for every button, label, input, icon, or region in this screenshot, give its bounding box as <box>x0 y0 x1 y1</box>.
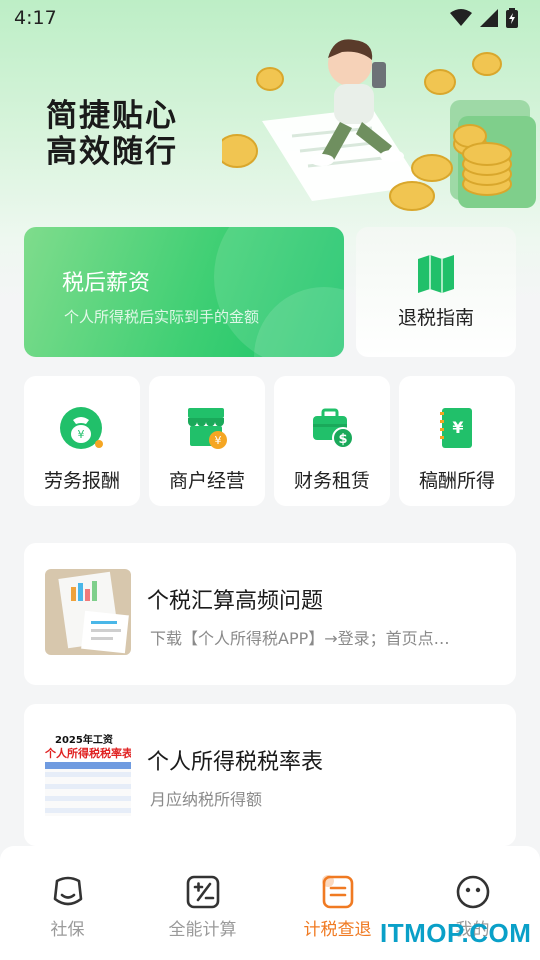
refund-guide-card[interactable]: 退税指南 <box>356 227 516 357</box>
svg-text:¥: ¥ <box>215 434 222 447</box>
tab-calculator[interactable]: 全能计算 <box>135 846 270 960</box>
tab-social-security[interactable]: 社保 <box>0 846 135 960</box>
article-description: 月应纳税所得额 <box>150 790 263 809</box>
status-time: 4:17 <box>14 7 57 29</box>
article-thumbnail: 2025年工资 个人所得税税率表 <box>45 730 131 816</box>
article-card[interactable]: 2025年工资 个人所得税税率表 个人所得税税率表 月应纳税所得额 <box>24 704 516 846</box>
notebook-yen-icon: ¥ <box>440 408 472 448</box>
tab-label: 全能计算 <box>168 920 237 940</box>
tool-labor-remuneration[interactable]: ¥ 劳务报酬 <box>24 376 140 506</box>
signal-icon <box>480 9 498 27</box>
svg-text:¥: ¥ <box>452 418 463 437</box>
tool-label: 劳务报酬 <box>43 470 120 492</box>
svg-text:$: $ <box>338 432 347 447</box>
svg-text:¥: ¥ <box>78 428 85 441</box>
salary-card-subtitle: 个人所得税后实际到手的金额 <box>64 308 260 326</box>
tool-label: 财务租赁 <box>293 470 370 492</box>
tool-label: 商户经营 <box>168 470 245 492</box>
money-bag-icon: ¥ <box>60 407 103 449</box>
site-watermark: ITMOP.COM <box>380 918 532 948</box>
status-bar: 4:17 <box>0 0 540 36</box>
tab-label: 计税查退 <box>303 920 372 940</box>
tool-merchant-operation[interactable]: ¥ 商户经营 <box>149 376 265 506</box>
tool-manuscript-income[interactable]: ¥ 稿酬所得 <box>399 376 515 506</box>
refund-guide-label: 退税指南 <box>397 306 474 329</box>
briefcase-dollar-icon: $ <box>313 408 354 449</box>
article-thumbnail <box>45 569 131 655</box>
wifi-icon <box>450 9 472 26</box>
thumb-heading: 2025年工资 <box>55 735 113 746</box>
smiley-icon <box>456 875 489 909</box>
tool-label: 稿酬所得 <box>418 470 495 492</box>
map-book-icon <box>418 254 454 293</box>
shop-icon: ¥ <box>188 408 227 449</box>
battery-icon <box>506 8 518 28</box>
slogan-line-2: 高效随行 <box>46 134 178 170</box>
slogan-line-1: 简捷贴心 <box>46 98 178 134</box>
shield-face-icon <box>53 876 82 906</box>
tab-label: 社保 <box>50 920 85 940</box>
document-list-icon <box>321 875 353 909</box>
article-card[interactable]: 个税汇算高频问题 下载【个人所得税APP】→登录；首页点… <box>24 543 516 685</box>
article-description: 下载【个人所得税APP】→登录；首页点… <box>150 629 450 648</box>
tool-financial-leasing[interactable]: $ 财务租赁 <box>274 376 390 506</box>
article-title: 个税汇算高频问题 <box>147 589 324 614</box>
hero-slogan: 简捷贴心 高效随行 <box>46 98 178 170</box>
thumb-subheading: 个人所得税税率表 <box>45 747 131 760</box>
article-title: 个人所得税税率表 <box>147 750 324 775</box>
salary-card-title: 税后薪资 <box>62 271 151 296</box>
after-tax-salary-card[interactable]: 税后薪资 个人所得税后实际到手的金额 <box>24 227 344 357</box>
hero-illustration <box>222 39 536 211</box>
calculator-icon <box>186 875 219 909</box>
